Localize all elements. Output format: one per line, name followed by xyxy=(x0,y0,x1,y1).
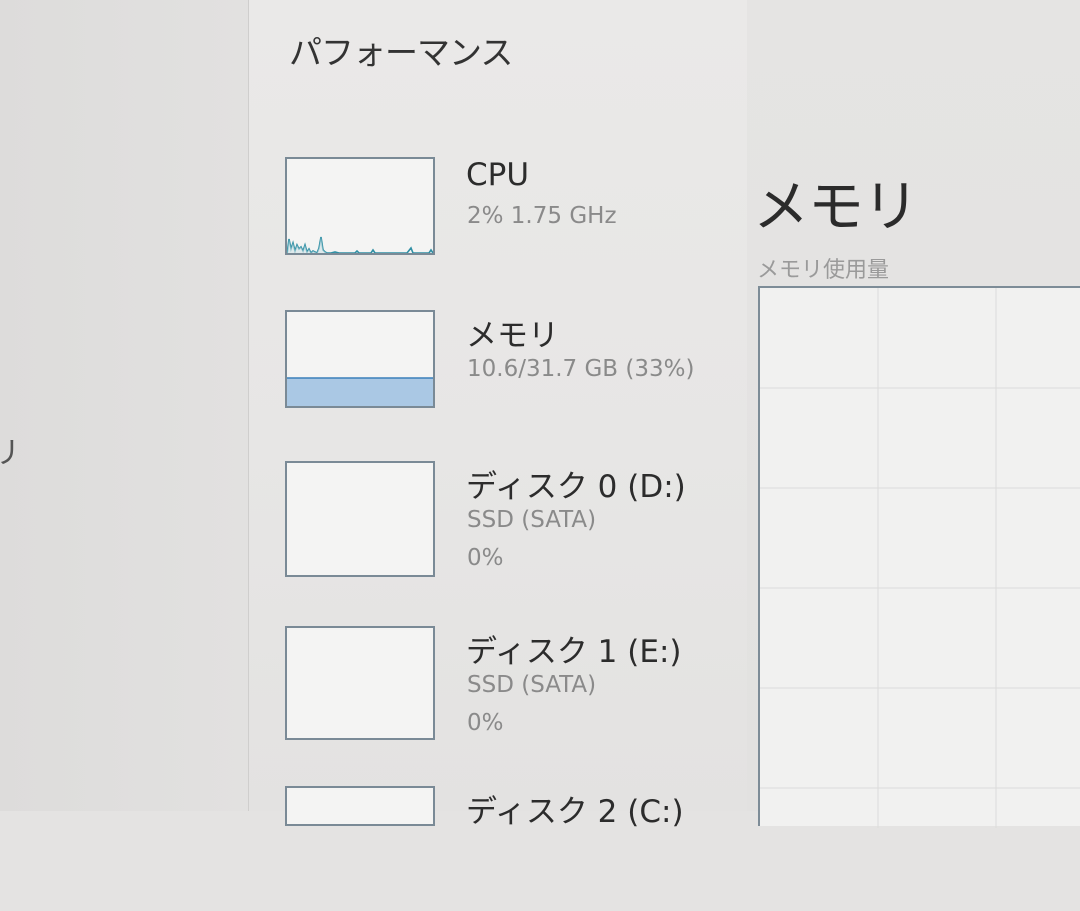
perf-item-cpu[interactable]: CPU 2% 1.75 GHz xyxy=(285,157,745,282)
perf-item-detail: SSD (SATA) xyxy=(467,507,597,533)
memory-usage-chart xyxy=(758,286,1080,828)
memory-usage-label: メモリ使用量 xyxy=(757,258,890,283)
perf-item-name: CPU xyxy=(466,157,530,193)
detail-title: メモリ xyxy=(753,175,919,240)
perf-item-detail: SSD (SATA) xyxy=(467,672,597,698)
performance-list-pane: パフォーマンス CPU 2% 1.75 GHz メモリ 10.6/31.7 GB… xyxy=(249,0,747,830)
left-nav: リ xyxy=(0,0,249,811)
disk-1-thumbnail-graph xyxy=(285,626,435,740)
perf-item-name: ディスク 2 (C:) xyxy=(466,794,684,830)
detail-pane: メモリ メモリ使用量 xyxy=(747,0,1080,828)
perf-item-detail: 2% 1.75 GHz xyxy=(467,203,617,229)
perf-item-disk-1[interactable]: ディスク 1 (E:) SSD (SATA) 0% xyxy=(285,626,745,751)
cpu-sparkline xyxy=(287,236,433,253)
perf-item-detail: 10.6/31.7 GB (33%) xyxy=(467,356,695,382)
memory-chart-grid xyxy=(760,288,1080,828)
perf-item-name: メモリ xyxy=(466,318,559,354)
disk-2-thumbnail-graph xyxy=(285,786,435,826)
memory-usage-graph xyxy=(287,377,433,406)
left-nav-partial-label[interactable]: リ xyxy=(0,428,20,472)
perf-item-usage: 0% xyxy=(467,545,504,571)
perf-item-memory[interactable]: メモリ 10.6/31.7 GB (33%) xyxy=(285,310,745,435)
perf-item-disk-0[interactable]: ディスク 0 (D:) SSD (SATA) 0% xyxy=(285,461,745,586)
perf-item-usage: 0% xyxy=(467,710,504,736)
memory-thumbnail-graph xyxy=(285,310,435,408)
perf-item-disk-2[interactable]: ディスク 2 (C:) xyxy=(285,786,745,911)
page-title: パフォーマンス xyxy=(289,33,513,72)
perf-item-name: ディスク 1 (E:) xyxy=(466,634,682,670)
perf-item-name: ディスク 0 (D:) xyxy=(466,469,686,505)
disk-0-thumbnail-graph xyxy=(285,461,435,577)
cpu-thumbnail-graph xyxy=(285,157,435,255)
